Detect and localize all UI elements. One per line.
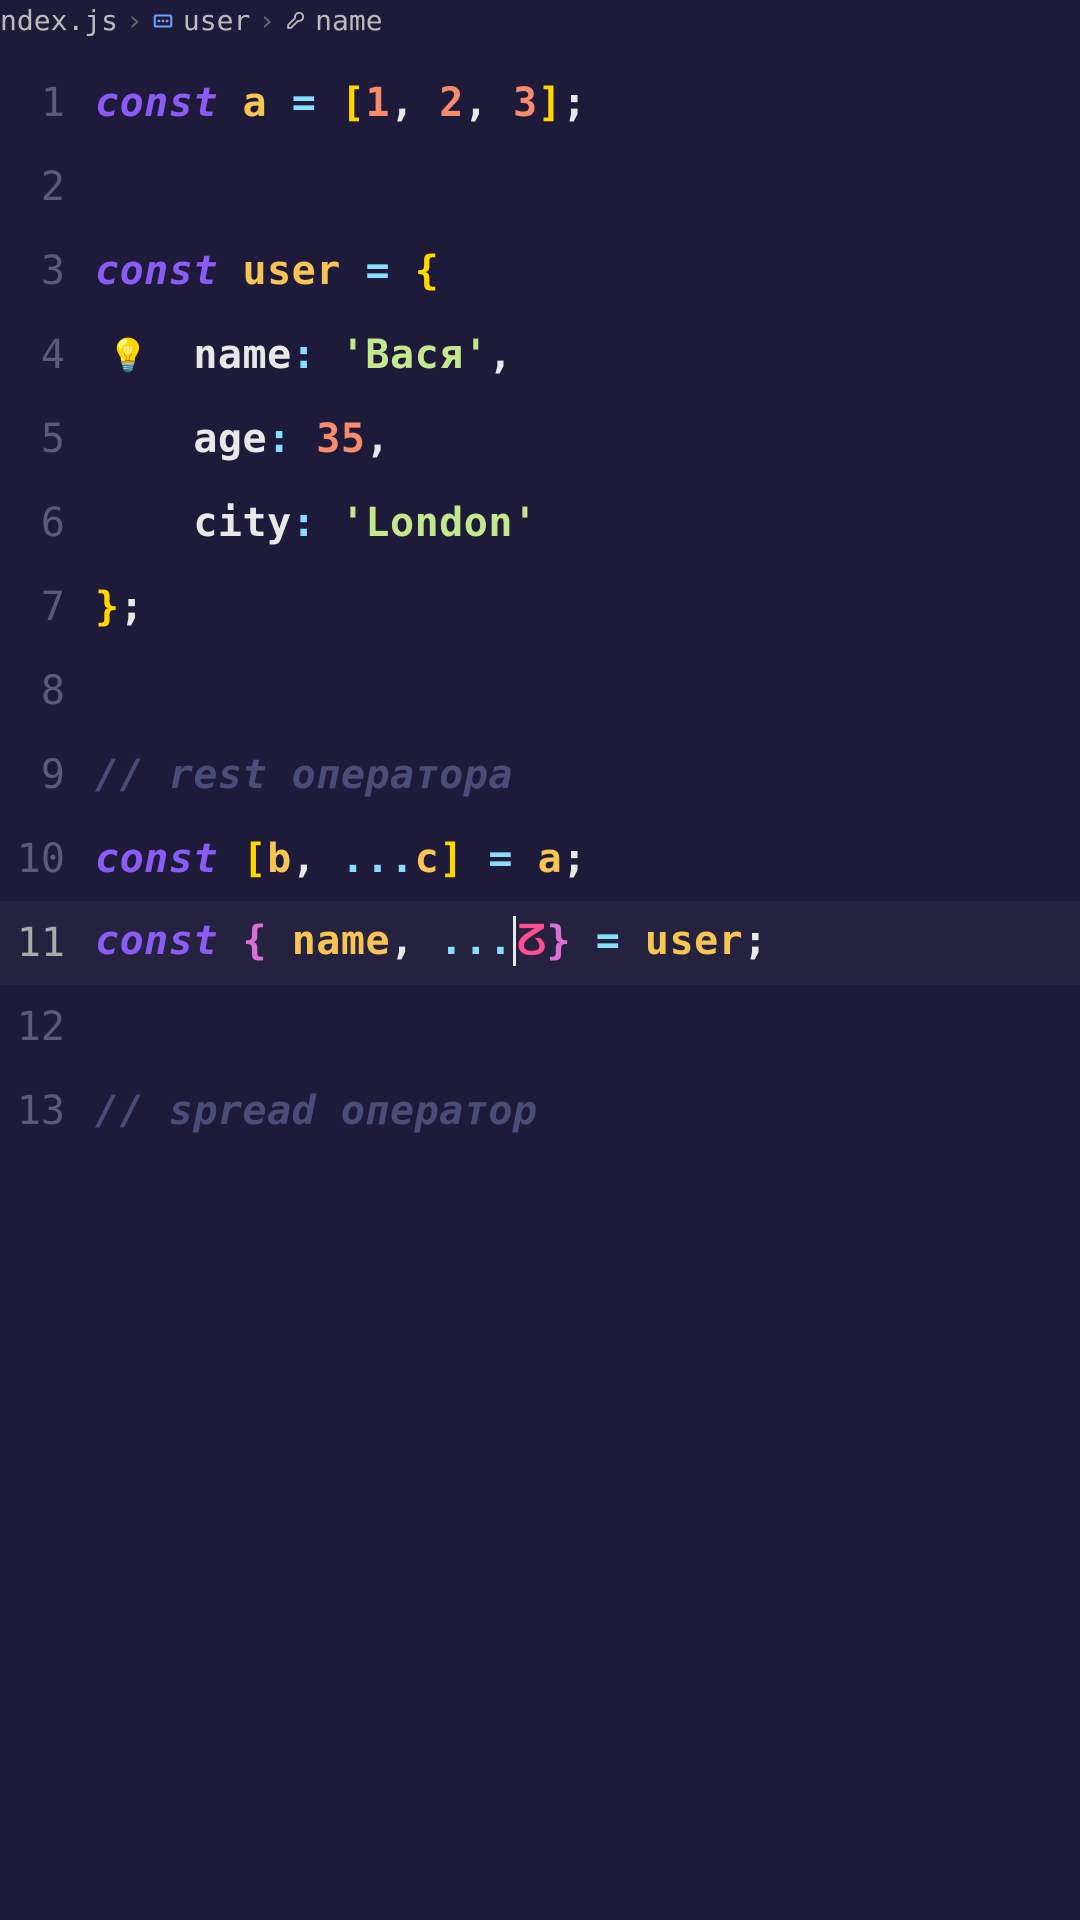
breadcrumb-separator-icon: ›: [258, 4, 275, 37]
breadcrumb-file[interactable]: ndex.js: [0, 4, 118, 37]
code-line[interactable]: 13 // spread оператор: [0, 1069, 1080, 1153]
code-line[interactable]: 1 const a = [1, 2, 3];: [0, 61, 1080, 145]
code-line[interactable]: 4 💡 name: 'Вася',: [0, 313, 1080, 397]
code-content[interactable]: const [b, ...c] = a;: [95, 836, 587, 882]
code-line[interactable]: 12: [0, 985, 1080, 1069]
line-number: 2: [0, 164, 95, 210]
breadcrumb-symbol-user[interactable]: user: [183, 4, 250, 37]
line-number: 4: [0, 332, 95, 378]
line-number: 1: [0, 80, 95, 126]
code-line[interactable]: 10 const [b, ...c] = a;: [0, 817, 1080, 901]
code-editor[interactable]: 1 const a = [1, 2, 3]; 2 3 const user = …: [0, 41, 1080, 1153]
code-line[interactable]: 5 age: 35,: [0, 397, 1080, 481]
object-icon: [151, 9, 175, 33]
code-line[interactable]: 2: [0, 145, 1080, 229]
code-content[interactable]: city: 'London': [95, 500, 538, 546]
line-number: 11: [0, 920, 95, 966]
line-number: 5: [0, 416, 95, 462]
code-line[interactable]: 7 };: [0, 565, 1080, 649]
code-content[interactable]: // rest оператора: [95, 752, 513, 798]
code-content[interactable]: name: 'Вася',: [95, 332, 513, 378]
line-number: 3: [0, 248, 95, 294]
wrench-icon: [283, 9, 307, 33]
code-content[interactable]: const user = {: [95, 248, 439, 294]
line-number: 8: [0, 668, 95, 714]
code-line[interactable]: 3 const user = {: [0, 229, 1080, 313]
code-line[interactable]: 8: [0, 649, 1080, 733]
code-line[interactable]: 11 const { name, ...ⵒ} = user;: [0, 901, 1080, 985]
code-content[interactable]: };: [95, 584, 144, 630]
breadcrumb-symbol-name[interactable]: name: [315, 4, 382, 37]
code-content[interactable]: // spread оператор: [95, 1088, 537, 1134]
cursor-caret-icon: ⵒ: [516, 918, 547, 964]
breadcrumb-separator-icon: ›: [126, 4, 143, 37]
line-number: 6: [0, 500, 95, 546]
code-content[interactable]: const { name, ...ⵒ} = user;: [95, 918, 768, 968]
code-content[interactable]: const a = [1, 2, 3];: [95, 80, 587, 126]
line-number: 9: [0, 752, 95, 798]
code-content[interactable]: age: 35,: [95, 416, 390, 462]
code-line[interactable]: 6 city: 'London': [0, 481, 1080, 565]
code-line[interactable]: 9 // rest оператора: [0, 733, 1080, 817]
line-number: 7: [0, 584, 95, 630]
line-number: 10: [0, 836, 95, 882]
line-number: 13: [0, 1088, 95, 1134]
breadcrumb[interactable]: ndex.js › user › name: [0, 0, 1080, 41]
line-number: 12: [0, 1004, 95, 1050]
